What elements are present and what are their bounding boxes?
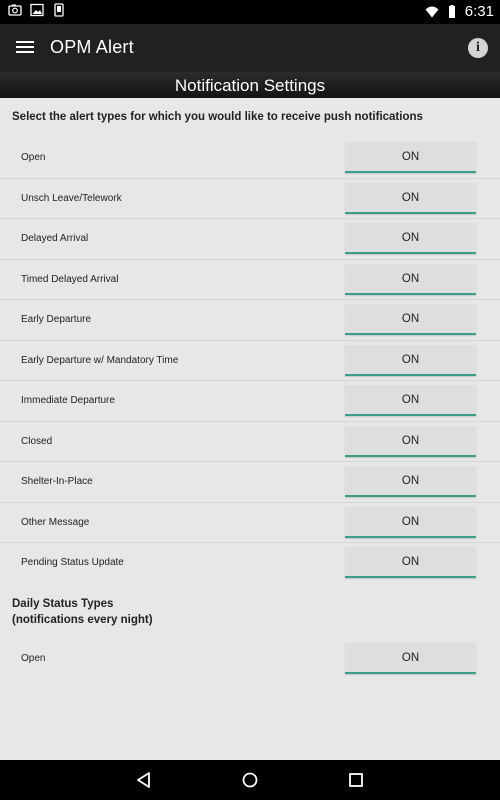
daily-title-line2: (notifications every night) xyxy=(12,614,153,626)
image-icon xyxy=(30,3,44,17)
alert-label: Open xyxy=(21,152,46,163)
toggle-button[interactable]: ON xyxy=(345,182,476,214)
toggle-button[interactable]: ON xyxy=(345,223,476,254)
status-system-icons: 6:31 xyxy=(425,2,494,22)
list-item: Shelter-In-Place ON xyxy=(0,462,500,503)
alert-label: Early Departure xyxy=(21,314,92,325)
list-item: Early Departure ON xyxy=(0,300,500,341)
toggle-button[interactable]: ON xyxy=(345,466,476,497)
list-item: Delayed Arrival ON xyxy=(0,219,500,260)
list-item: Pending Status Update ON xyxy=(0,543,500,584)
back-icon[interactable] xyxy=(134,770,154,790)
list-item: Open ON xyxy=(0,639,500,679)
alert-label: Delayed Arrival xyxy=(21,233,89,244)
sim-card-icon xyxy=(54,3,64,17)
alert-type-list: Open ON Unsch Leave/Telework ON Delayed … xyxy=(0,138,500,584)
status-time: 6:31 xyxy=(464,3,494,20)
list-item: Unsch Leave/Telework ON xyxy=(0,179,500,219)
list-item: Closed ON xyxy=(0,422,500,462)
toggle-button[interactable]: ON xyxy=(345,304,476,335)
info-icon[interactable]: i xyxy=(468,38,488,58)
daily-title-line1: Daily Status Types xyxy=(12,598,114,610)
battery-icon xyxy=(448,5,455,18)
alert-label: Immediate Departure xyxy=(21,395,115,406)
toggle-button[interactable]: ON xyxy=(345,263,476,295)
status-bar: 6:31 xyxy=(0,0,500,24)
alert-label: Other Message xyxy=(21,516,90,528)
system-nav-bar xyxy=(0,760,500,800)
menu-icon[interactable] xyxy=(16,38,36,58)
list-item: Timed Delayed Arrival ON xyxy=(0,260,500,300)
app-bar: OPM Alert i xyxy=(0,24,500,72)
home-icon[interactable] xyxy=(240,770,260,790)
toggle-button[interactable]: ON xyxy=(345,385,476,416)
list-item: Early Departure w/ Mandatory Time ON xyxy=(0,341,500,381)
list-item: Open ON xyxy=(0,138,500,179)
settings-content: Select the alert types for which you wou… xyxy=(0,98,500,760)
toggle-button[interactable]: ON xyxy=(345,506,476,538)
daily-status-heading: Daily Status Types (notifications every … xyxy=(12,596,153,628)
alert-label: Early Departure w/ Mandatory Time xyxy=(21,354,179,366)
alert-label: Closed xyxy=(21,435,53,447)
alert-label: Shelter-In-Place xyxy=(21,476,93,487)
recent-apps-icon[interactable] xyxy=(346,770,366,790)
alert-label: Timed Delayed Arrival xyxy=(21,273,119,285)
toggle-button[interactable]: ON xyxy=(345,547,476,578)
alert-label: Pending Status Update xyxy=(21,557,124,568)
page-title: Notification Settings xyxy=(0,72,500,98)
app-title: OPM Alert xyxy=(50,37,134,57)
toggle-button[interactable]: ON xyxy=(345,344,476,376)
toggle-button[interactable]: ON xyxy=(345,425,476,457)
list-item: Other Message ON xyxy=(0,503,500,543)
instructions-text: Select the alert types for which you wou… xyxy=(12,111,423,123)
camera-icon xyxy=(8,4,22,16)
alert-label: Unsch Leave/Telework xyxy=(21,192,122,204)
wifi-icon xyxy=(425,6,439,18)
toggle-button[interactable]: ON xyxy=(345,142,476,173)
daily-toggle-button[interactable]: ON xyxy=(345,643,476,674)
status-notification-icons xyxy=(8,3,66,17)
daily-alert-label: Open xyxy=(21,653,46,664)
list-item: Immediate Departure ON xyxy=(0,381,500,422)
